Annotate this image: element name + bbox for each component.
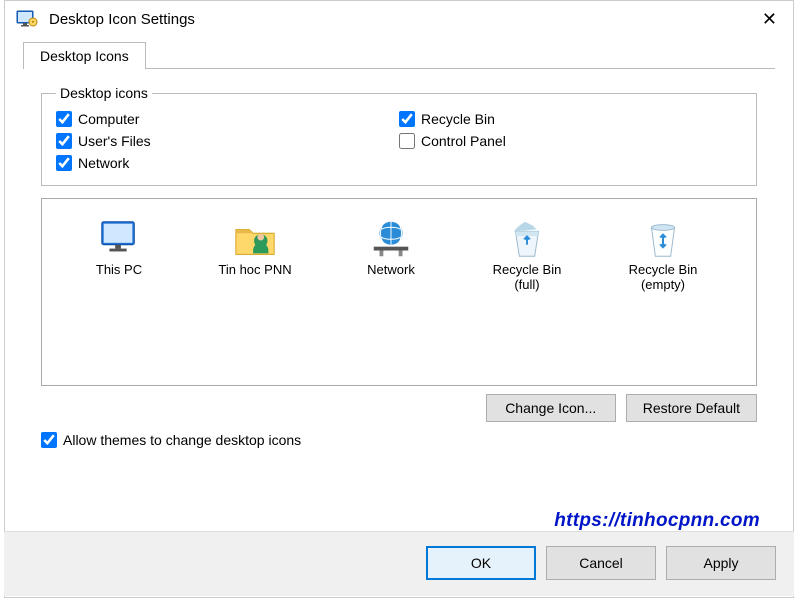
checkbox-recycle-bin[interactable]: [399, 111, 415, 127]
icon-button-row: Change Icon... Restore Default: [41, 394, 757, 422]
checkbox-allow-themes[interactable]: [41, 432, 57, 448]
check-label: Computer: [78, 111, 139, 127]
apply-button[interactable]: Apply: [666, 546, 776, 580]
icon-label: Network: [367, 263, 415, 278]
icon-user-folder[interactable]: Tin hoc PNN: [192, 217, 318, 293]
check-control-panel[interactable]: Control Panel: [399, 133, 742, 149]
icon-label: Recycle Bin(full): [493, 263, 562, 293]
check-label: Control Panel: [421, 133, 506, 149]
monitor-icon: [96, 217, 142, 261]
icon-recycle-bin-empty[interactable]: Recycle Bin(empty): [600, 217, 726, 293]
allow-themes-row[interactable]: Allow themes to change desktop icons: [41, 432, 757, 448]
checkbox-users-files[interactable]: [56, 133, 72, 149]
desktop-settings-icon: [15, 7, 39, 31]
recycle-bin-full-icon: [504, 217, 550, 261]
dialog-title: Desktop Icon Settings: [49, 11, 756, 28]
ok-button[interactable]: OK: [426, 546, 536, 580]
icon-label: Recycle Bin(empty): [629, 263, 698, 293]
check-label: User's Files: [78, 133, 151, 149]
change-icon-button[interactable]: Change Icon...: [486, 394, 616, 422]
checkbox-grid: Computer Recycle Bin User's Files Contro…: [56, 111, 742, 171]
icon-label: Tin hoc PNN: [218, 263, 291, 278]
icon-recycle-bin-full[interactable]: Recycle Bin(full): [464, 217, 590, 293]
icon-this-pc[interactable]: This PC: [56, 217, 182, 293]
user-folder-icon: [232, 217, 278, 261]
titlebar: Desktop Icon Settings ✕: [5, 1, 793, 37]
check-users-files[interactable]: User's Files: [56, 133, 399, 149]
check-recycle-bin[interactable]: Recycle Bin: [399, 111, 742, 127]
icon-network[interactable]: Network: [328, 217, 454, 293]
icon-label: This PC: [96, 263, 142, 278]
tab-strip: Desktop Icons: [23, 41, 775, 68]
icon-preview-box: This PC Tin hoc PNN: [41, 198, 757, 386]
checkbox-computer[interactable]: [56, 111, 72, 127]
dialog-button-bar: OK Cancel Apply: [4, 531, 794, 596]
tab-desktop-icons[interactable]: Desktop Icons: [23, 42, 146, 69]
dialog-window: Desktop Icon Settings ✕ Desktop Icons De…: [4, 0, 794, 598]
watermark-url: https://tinhocpnn.com: [554, 510, 760, 532]
group-legend: Desktop icons: [56, 85, 152, 101]
restore-default-button[interactable]: Restore Default: [626, 394, 757, 422]
check-network[interactable]: Network: [56, 155, 399, 171]
checkbox-network[interactable]: [56, 155, 72, 171]
desktop-icons-group: Desktop icons Computer Recycle Bin User'…: [41, 85, 757, 186]
cancel-button[interactable]: Cancel: [546, 546, 656, 580]
checkbox-control-panel[interactable]: [399, 133, 415, 149]
tab-content: Desktop icons Computer Recycle Bin User'…: [23, 68, 775, 448]
check-label: Network: [78, 155, 129, 171]
recycle-bin-empty-icon: [640, 217, 686, 261]
close-icon[interactable]: ✕: [756, 9, 783, 30]
check-label: Recycle Bin: [421, 111, 495, 127]
check-computer[interactable]: Computer: [56, 111, 399, 127]
network-globe-icon: [368, 217, 414, 261]
allow-themes-label: Allow themes to change desktop icons: [63, 432, 301, 448]
